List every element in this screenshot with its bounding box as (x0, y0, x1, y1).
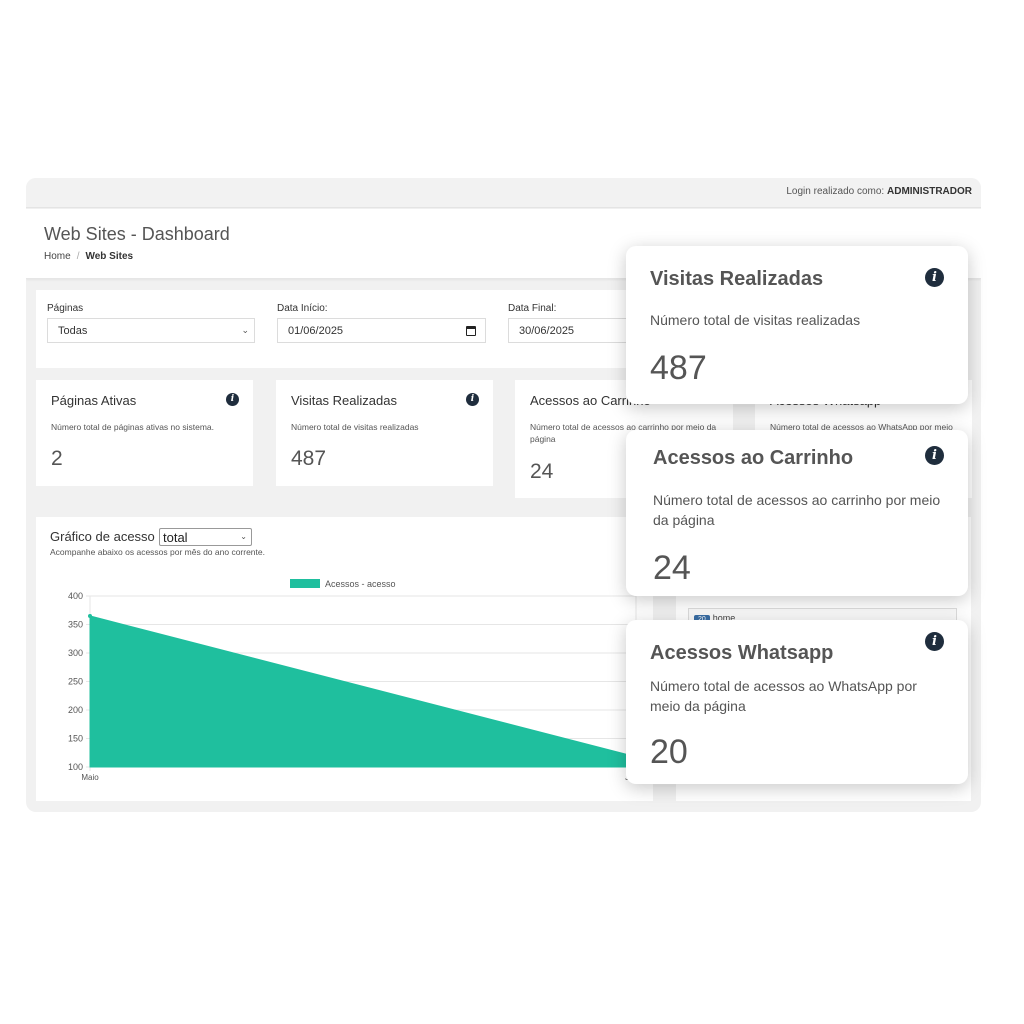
popup-value: 24 (653, 549, 691, 587)
breadcrumb-separator: / (76, 251, 80, 262)
y-tick-label: 250 (68, 677, 83, 687)
y-tick-label: 300 (68, 648, 83, 658)
top-bar: Login realizado como: ADMINISTRADOR (26, 178, 981, 208)
popup-value: 487 (650, 349, 707, 387)
login-prefix: Login realizado como: (786, 186, 885, 197)
card-description: Número total de páginas ativas no sistem… (51, 422, 215, 432)
info-icon[interactable]: i (925, 268, 944, 287)
calendar-icon[interactable] (466, 326, 476, 336)
series-area (89, 615, 637, 768)
card-value: 24 (530, 460, 554, 483)
start-date-input[interactable]: 01/06/2025 (277, 318, 486, 343)
start-date-value: 01/06/2025 (288, 325, 344, 337)
popup-visits: Visitas Realizadas i Número total de vis… (626, 246, 968, 404)
end-date-value: 30/06/2025 (519, 325, 575, 337)
legend-label: Acessos - acesso (325, 579, 396, 589)
card-description: Número total de visitas realizadas (291, 422, 419, 432)
popup-cart-access: Acessos ao Carrinho i Número total de ac… (626, 430, 968, 596)
pages-select[interactable]: Todas ⌄ (47, 318, 255, 343)
popup-whatsapp-access: Acessos Whatsapp i Número total de acess… (626, 620, 968, 784)
breadcrumb: Home / Web Sites (44, 251, 133, 262)
logged-user[interactable]: ADMINISTRADOR (887, 186, 972, 197)
card-active-pages: Páginas Ativas i Número total de páginas… (36, 380, 253, 486)
card-value: 487 (291, 447, 327, 470)
legend-swatch (290, 579, 320, 588)
y-tick-label: 100 (68, 762, 83, 772)
data-point (88, 613, 92, 618)
end-date-label: Data Final: (508, 303, 557, 314)
card-visits: Visitas Realizadas i Número total de vis… (276, 380, 493, 486)
y-tick-label: 200 (68, 705, 83, 715)
info-icon[interactable]: i (466, 393, 479, 406)
popup-title: Acessos Whatsapp (650, 642, 834, 664)
y-tick-label: 150 (68, 734, 83, 744)
chevron-down-icon: ⌄ (241, 325, 249, 335)
start-date-label: Data Início: (277, 303, 328, 314)
info-icon[interactable]: i (925, 446, 944, 465)
popup-title: Visitas Realizadas (650, 268, 824, 290)
info-icon[interactable]: i (226, 393, 239, 406)
x-tick-label: Maio (81, 773, 99, 782)
page-title: Web Sites - Dashboard (44, 224, 230, 244)
info-icon[interactable]: i (925, 632, 944, 651)
access-area-chart: 100150200250300350400MaioJunhoAcessos - … (68, 579, 647, 782)
breadcrumb-home[interactable]: Home (44, 251, 71, 262)
pages-select-value: Todas (58, 325, 88, 337)
breadcrumb-current: Web Sites (85, 251, 134, 262)
popup-value: 20 (650, 733, 688, 771)
y-tick-label: 350 (68, 620, 83, 630)
card-title: Páginas Ativas (51, 393, 137, 408)
card-value: 2 (51, 447, 63, 470)
card-title: Visitas Realizadas (291, 393, 397, 408)
popup-description: Número total de acessos ao WhatsApp por … (650, 678, 917, 714)
access-chart-panel: Gráfico de acesso total ⌄ Acompanhe abai… (36, 517, 653, 801)
y-tick-label: 400 (68, 591, 83, 601)
popup-description: Número total de acessos ao carrinho por … (653, 492, 941, 528)
popup-description: Número total de visitas realizadas (650, 312, 861, 328)
popup-title: Acessos ao Carrinho (653, 447, 854, 469)
pages-label: Páginas (47, 303, 84, 314)
